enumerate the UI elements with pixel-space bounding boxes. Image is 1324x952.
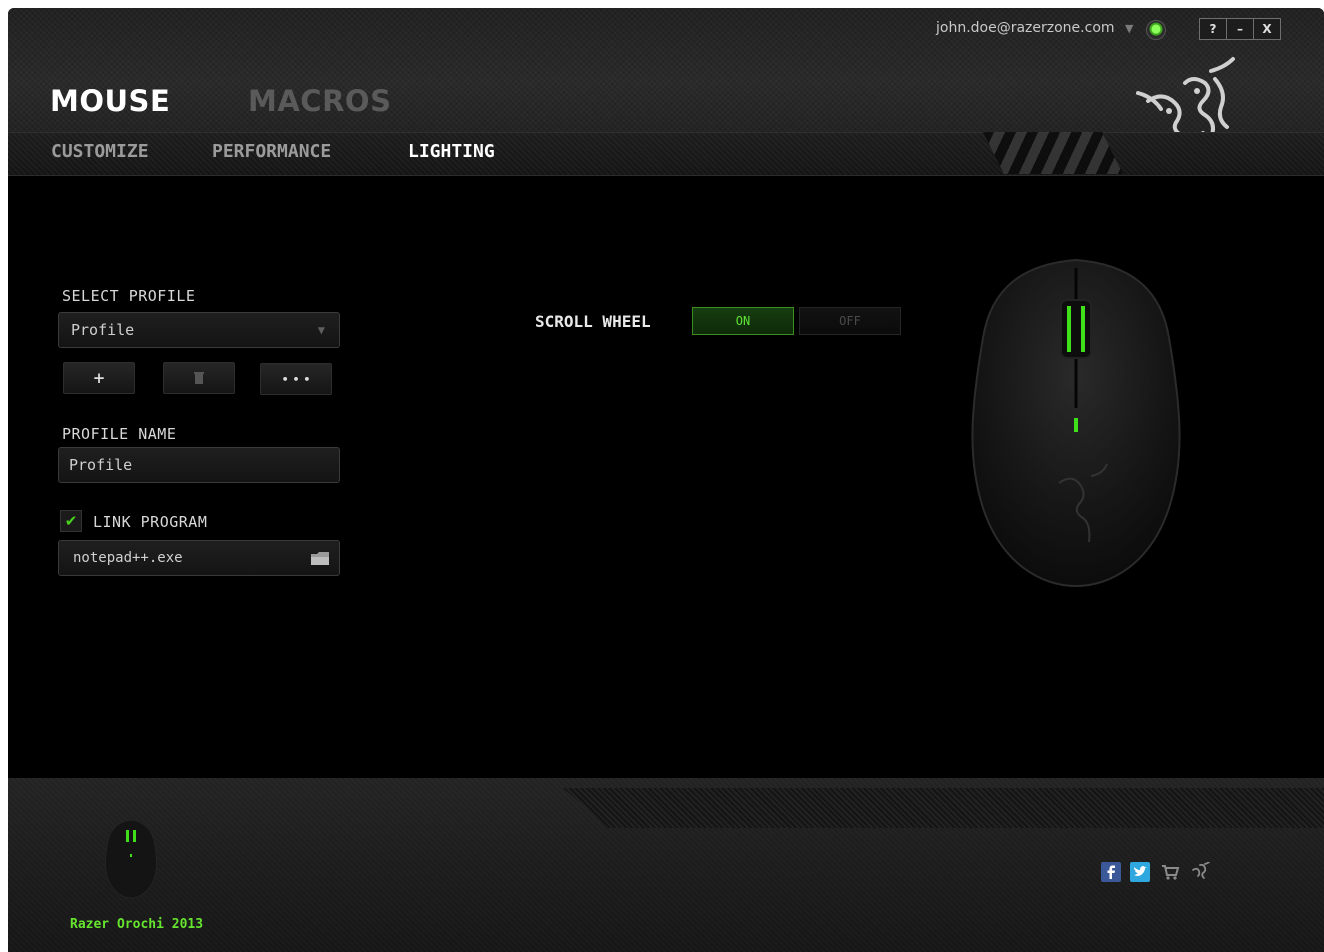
profile-dropdown-value: Profile <box>71 321 135 339</box>
store-cart-icon[interactable] <box>1160 862 1180 882</box>
decorative-stripes <box>983 132 1123 174</box>
tab-macros[interactable]: MACROS <box>248 84 391 118</box>
online-status-icon <box>1146 20 1166 40</box>
device-name-label[interactable]: Razer Orochi 2013 <box>70 917 203 932</box>
tab-customize[interactable]: CUSTOMIZE <box>51 141 149 162</box>
scroll-wheel-on-button[interactable]: ON <box>692 307 794 335</box>
profile-name-label: PROFILE NAME <box>62 425 177 443</box>
mouse-preview-image <box>971 258 1181 588</box>
delete-profile-button[interactable] <box>163 362 235 394</box>
chevron-down-icon: ▼ <box>317 323 325 337</box>
sub-navigation <box>8 132 1324 176</box>
account-email[interactable]: john.doe@razerzone.com <box>936 20 1115 36</box>
scroll-wheel-label: SCROLL WHEEL <box>535 312 651 331</box>
synapse-window: john.doe@razerzone.com ▼ ? – X MOUSE MAC… <box>8 8 1324 952</box>
twitter-icon[interactable] <box>1130 862 1150 882</box>
link-program-label: LINK PROGRAM <box>93 513 208 531</box>
razer-icon[interactable] <box>1190 862 1210 882</box>
trash-icon <box>194 372 204 384</box>
tab-mouse[interactable]: MOUSE <box>50 84 170 118</box>
window-controls: ? – X <box>1199 18 1281 40</box>
add-profile-button[interactable]: + <box>63 362 135 394</box>
select-profile-label: SELECT PROFILE <box>62 287 196 305</box>
footer-decorative-band <box>563 788 1324 828</box>
checkmark-icon: ✔ <box>64 512 78 530</box>
program-path-value: notepad++.exe <box>73 550 183 566</box>
tab-lighting[interactable]: LIGHTING <box>408 141 495 162</box>
device-thumbnail-icon[interactable] <box>103 818 159 900</box>
close-button[interactable]: X <box>1253 18 1281 40</box>
folder-icon[interactable] <box>311 552 329 565</box>
help-button[interactable]: ? <box>1199 18 1227 40</box>
account-dropdown-icon[interactable]: ▼ <box>1125 22 1133 35</box>
tab-performance[interactable]: PERFORMANCE <box>212 141 331 162</box>
facebook-icon[interactable] <box>1101 862 1121 882</box>
profile-dropdown[interactable]: Profile ▼ <box>58 312 340 348</box>
minimize-button[interactable]: – <box>1226 18 1254 40</box>
program-path-field[interactable]: notepad++.exe <box>58 540 340 576</box>
more-options-button[interactable]: • • • <box>260 363 332 395</box>
profile-name-input[interactable]: Profile <box>58 447 340 483</box>
link-program-checkbox[interactable]: ✔ <box>60 510 82 532</box>
scroll-wheel-off-button[interactable]: OFF <box>799 307 901 335</box>
